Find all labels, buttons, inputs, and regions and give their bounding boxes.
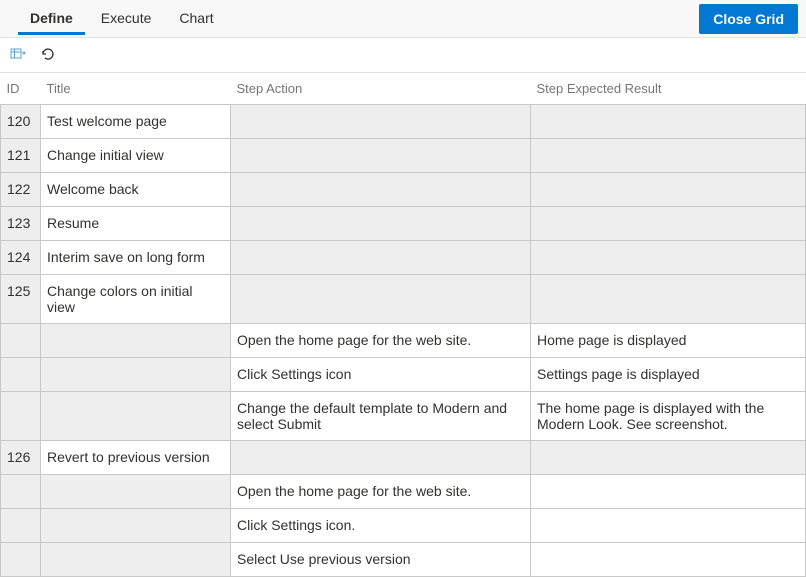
table-row[interactable]: 123Resume [1,207,806,241]
table-row[interactable]: Select Use previous version [1,543,806,577]
cell-title[interactable] [41,358,231,392]
cell-step-expected-result[interactable]: Home page is displayed [531,324,806,358]
cell-step-expected-result[interactable] [531,475,806,509]
table-row[interactable]: 120Test welcome page [1,105,806,139]
cell-step-expected-result[interactable] [531,543,806,577]
cell-step-expected-result[interactable]: Settings page is displayed [531,358,806,392]
cell-id[interactable]: 120 [1,105,41,139]
cell-title[interactable]: Interim save on long form [41,241,231,275]
table-row[interactable]: 126Revert to previous version [1,441,806,475]
cell-title[interactable] [41,543,231,577]
column-header-title[interactable]: Title [41,73,231,105]
cell-step-action[interactable] [231,105,531,139]
cell-step-expected-result[interactable]: The home page is displayed with the Mode… [531,392,806,441]
cell-step-expected-result[interactable] [531,207,806,241]
test-cases-grid: ID Title Step Action Step Expected Resul… [0,73,806,577]
cell-id[interactable]: 122 [1,173,41,207]
cell-id[interactable] [1,475,41,509]
cell-step-expected-result[interactable] [531,275,806,324]
cell-title[interactable] [41,509,231,543]
column-options-icon[interactable] [10,46,26,65]
cell-id[interactable]: 123 [1,207,41,241]
close-grid-button[interactable]: Close Grid [699,4,798,34]
cell-step-expected-result[interactable] [531,173,806,207]
cell-step-action[interactable] [231,441,531,475]
cell-step-action[interactable]: Change the default template to Modern an… [231,392,531,441]
cell-title[interactable]: Revert to previous version [41,441,231,475]
tab-chart[interactable]: Chart [167,2,225,35]
cell-step-action[interactable] [231,139,531,173]
cell-step-action[interactable] [231,241,531,275]
column-header-result[interactable]: Step Expected Result [531,73,806,105]
table-row[interactable]: Click Settings icon. [1,509,806,543]
view-tabs: Define Execute Chart [8,2,699,35]
table-row[interactable]: Open the home page for the web site. [1,475,806,509]
cell-title[interactable]: Resume [41,207,231,241]
cell-step-expected-result[interactable] [531,509,806,543]
cell-title[interactable] [41,475,231,509]
cell-step-expected-result[interactable] [531,441,806,475]
cell-title[interactable] [41,324,231,358]
cell-step-action[interactable]: Click Settings icon [231,358,531,392]
cell-id[interactable] [1,392,41,441]
cell-step-expected-result[interactable] [531,241,806,275]
cell-id[interactable] [1,543,41,577]
cell-id[interactable]: 126 [1,441,41,475]
column-header-action[interactable]: Step Action [231,73,531,105]
cell-title[interactable] [41,392,231,441]
table-row[interactable]: 121Change initial view [1,139,806,173]
cell-id[interactable]: 124 [1,241,41,275]
table-row[interactable]: 124Interim save on long form [1,241,806,275]
cell-title[interactable]: Change initial view [41,139,231,173]
cell-title[interactable]: Change colors on initial view [41,275,231,324]
tab-execute[interactable]: Execute [89,2,164,35]
table-row[interactable]: 122Welcome back [1,173,806,207]
cell-step-action[interactable]: Open the home page for the web site. [231,475,531,509]
cell-id[interactable]: 121 [1,139,41,173]
tab-define[interactable]: Define [18,2,85,35]
cell-id[interactable]: 125 [1,275,41,324]
column-header-id[interactable]: ID [1,73,41,105]
grid-header-row: ID Title Step Action Step Expected Resul… [1,73,806,105]
cell-step-expected-result[interactable] [531,105,806,139]
cell-step-action[interactable]: Click Settings icon. [231,509,531,543]
table-row[interactable]: 125Change colors on initial view [1,275,806,324]
cell-step-action[interactable]: Open the home page for the web site. [231,324,531,358]
cell-step-action[interactable] [231,173,531,207]
cell-title[interactable]: Test welcome page [41,105,231,139]
cell-title[interactable]: Welcome back [41,173,231,207]
table-row[interactable]: Click Settings iconSettings page is disp… [1,358,806,392]
table-row[interactable]: Open the home page for the web site.Home… [1,324,806,358]
cell-id[interactable] [1,509,41,543]
cell-id[interactable] [1,324,41,358]
cell-step-expected-result[interactable] [531,139,806,173]
toolbar [0,38,806,72]
cell-step-action[interactable]: Select Use previous version [231,543,531,577]
cell-step-action[interactable] [231,275,531,324]
cell-step-action[interactable] [231,207,531,241]
top-bar: Define Execute Chart Close Grid [0,0,806,38]
refresh-icon[interactable] [40,46,56,65]
cell-id[interactable] [1,358,41,392]
table-row[interactable]: Change the default template to Modern an… [1,392,806,441]
